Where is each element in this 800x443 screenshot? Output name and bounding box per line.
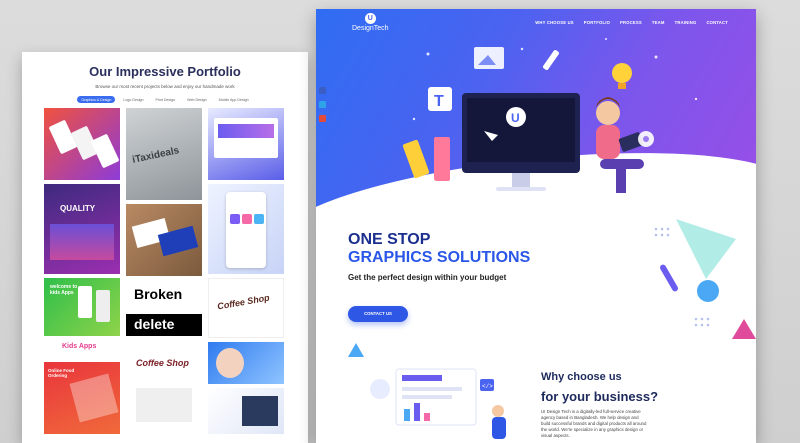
coffee-label: Coffee Shop bbox=[216, 292, 271, 312]
why-choose-us-title-line1: Why choose us bbox=[541, 371, 622, 383]
filter-print-design[interactable]: Print Design bbox=[152, 96, 180, 103]
why-choose-us-body: UI Design Tech is a digitally-led full-s… bbox=[541, 409, 647, 438]
filter-graphics-design[interactable]: Graphics & Design bbox=[77, 96, 116, 103]
portfolio-item-food-ordering[interactable]: Online Food Ordering bbox=[44, 362, 120, 434]
itaxi-label: iTaxideals bbox=[131, 145, 181, 166]
filter-mobile-app-design[interactable]: Mobile App Design bbox=[215, 96, 253, 103]
svg-text:U: U bbox=[511, 111, 520, 125]
food-label: Online Food Ordering bbox=[48, 368, 75, 378]
filter-logo-design[interactable]: Logo Design bbox=[119, 96, 147, 103]
why-choose-us-title-line2: for your business? bbox=[541, 389, 659, 404]
filter-web-design[interactable]: Web Design bbox=[183, 96, 211, 103]
decorative-shapes bbox=[654, 219, 756, 339]
designer-character bbox=[596, 97, 644, 193]
gear-icon bbox=[638, 131, 654, 147]
portfolio-subtitle: Browse our most recent projects below an… bbox=[95, 84, 235, 89]
portfolio-item-web-dark[interactable] bbox=[208, 388, 284, 434]
portfolio-item-kids-apps[interactable]: Kids Apps bbox=[44, 338, 120, 360]
portfolio-item-quality-flyer[interactable]: QUALITY bbox=[44, 184, 120, 274]
portfolio-item-kids-app[interactable]: welcome to kids Apps bbox=[44, 278, 120, 336]
portfolio-item-phones[interactable] bbox=[44, 108, 120, 180]
portfolio-item-itaxideals[interactable]: iTaxideals bbox=[126, 108, 202, 200]
svg-text:T: T bbox=[434, 93, 444, 110]
delete-label: delete bbox=[134, 316, 175, 332]
portfolio-item-coffee-shop[interactable]: Coffee Shop bbox=[208, 278, 284, 338]
quality-label: QUALITY bbox=[60, 204, 96, 213]
coffee-cup-icon bbox=[404, 179, 440, 203]
bulb-icon bbox=[612, 63, 632, 89]
hero-tagline: Get the perfect design within your budge… bbox=[348, 273, 507, 282]
portfolio-title: Our Impressive Portfolio bbox=[89, 64, 241, 79]
color-swatch-icon bbox=[402, 137, 450, 181]
portfolio-item-coffee-shop-2[interactable]: Coffee Shop bbox=[126, 344, 202, 434]
hero-illustration: T U bbox=[402, 38, 698, 203]
image-icon bbox=[474, 47, 504, 69]
screenshot-stage: Our Impressive Portfolio Browse our most… bbox=[0, 0, 800, 443]
portfolio-item-web-blue[interactable] bbox=[208, 342, 284, 384]
kids-apps-label: Kids Apps bbox=[62, 343, 97, 350]
portfolio-item-web-purple[interactable] bbox=[208, 108, 284, 180]
portfolio-page: Our Impressive Portfolio Browse our most… bbox=[22, 52, 308, 443]
portfolio-filters: Graphics & Design Logo Design Print Desi… bbox=[22, 96, 308, 103]
broken-label: Broken bbox=[134, 286, 183, 302]
portfolio-item-mobile-app[interactable] bbox=[208, 184, 284, 274]
svg-text:</>: </> bbox=[482, 383, 493, 390]
landing-page: U DesignTech WHY CHOOSE US PORTFOLIO PRO… bbox=[316, 9, 756, 443]
portfolio-item-business-cards[interactable] bbox=[126, 204, 202, 276]
coffee2-label: Coffee Shop bbox=[136, 358, 189, 368]
why-choose-us-illustration: </> bbox=[348, 343, 506, 439]
hero-headline-line1: ONE STOP bbox=[348, 231, 431, 248]
text-tool-icon: T bbox=[428, 87, 452, 111]
portfolio-item-broken-logo[interactable]: Broken delete bbox=[126, 280, 202, 340]
pen-icon bbox=[543, 50, 559, 70]
hero-headline-line2: GRAPHICS SOLUTIONS bbox=[348, 249, 531, 266]
contact-us-button[interactable]: CONTACT US bbox=[348, 306, 408, 322]
kids-label: welcome to kids Apps bbox=[50, 284, 78, 296]
monitor-icon: U bbox=[462, 93, 580, 191]
